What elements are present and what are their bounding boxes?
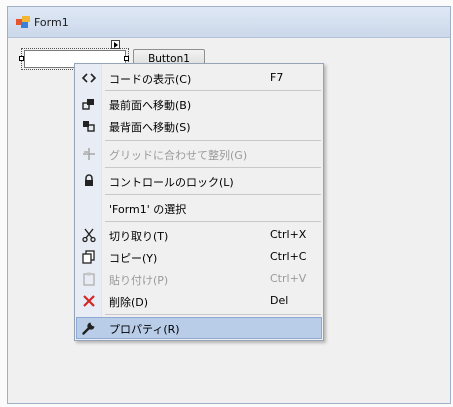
- copy-icon: [82, 250, 95, 264]
- menu-item-view-code[interactable]: コードの表示(C) F7: [76, 67, 322, 89]
- context-menu: コードの表示(C) F7 最前面へ移動(B) 最背面へ移動(S) グリッドに合わ…: [74, 63, 324, 341]
- menu-item-label: プロパティ(R): [109, 323, 180, 336]
- menu-item-copy[interactable]: コピー(Y) Ctrl+C: [76, 246, 322, 268]
- menu-item-paste[interactable]: 貼り付け(P) Ctrl+V: [76, 268, 322, 290]
- align-to-grid-icon: [83, 148, 95, 160]
- menu-item-select-form1[interactable]: 'Form1' の選択: [76, 197, 322, 219]
- menu-item-align-to-grid[interactable]: グリッドに合わせて整列(G): [76, 143, 322, 165]
- menu-item-shortcut: Ctrl+X: [270, 228, 307, 241]
- resize-handle-left[interactable]: [19, 56, 24, 61]
- designer-surface: Form1 Button1 コードの表示(C) F7 最前面へ移動(B) 最背面…: [0, 0, 453, 407]
- menu-item-label: コピー(Y): [109, 252, 158, 265]
- menu-item-label: 最背面へ移動(S): [109, 121, 191, 134]
- menu-separator: [105, 314, 321, 315]
- menu-item-label: 削除(D): [109, 296, 149, 309]
- form-titlebar: Form1: [8, 7, 450, 38]
- code-icon: [81, 73, 97, 83]
- menu-item-shortcut: Ctrl+C: [270, 250, 307, 263]
- resize-handle-right[interactable]: [124, 56, 129, 61]
- menu-separator: [105, 221, 321, 222]
- menu-item-cut[interactable]: 切り取り(T) Ctrl+X: [76, 224, 322, 246]
- menu-item-label: 切り取り(T): [109, 230, 169, 243]
- menu-item-lock-controls[interactable]: コントロールのロック(L): [76, 170, 322, 192]
- menu-item-shortcut: Del: [270, 294, 289, 307]
- menu-item-properties[interactable]: プロパティ(R): [76, 317, 322, 339]
- menu-item-label: グリッドに合わせて整列(G): [109, 149, 248, 162]
- lock-icon: [85, 174, 93, 186]
- menu-item-label: コントロールのロック(L): [109, 176, 234, 189]
- menu-separator: [105, 194, 321, 195]
- menu-item-label: 貼り付け(P): [109, 274, 169, 287]
- paste-icon: [83, 272, 95, 286]
- form-icon: [16, 16, 30, 28]
- menu-item-label: 最前面へ移動(B): [109, 99, 192, 112]
- menu-item-delete[interactable]: 削除(D) Del: [76, 290, 322, 312]
- menu-item-label: 'Form1' の選択: [109, 203, 187, 216]
- menu-item-send-to-back[interactable]: 最背面へ移動(S): [76, 115, 322, 137]
- menu-item-shortcut: F7: [270, 71, 284, 84]
- wrench-icon: [82, 322, 95, 335]
- menu-separator: [105, 90, 321, 91]
- menu-separator: [105, 167, 321, 168]
- bring-to-front-icon: [82, 99, 94, 110]
- send-to-back-icon: [83, 121, 95, 132]
- menu-item-label: コードの表示(C): [109, 73, 192, 86]
- menu-item-bring-to-front[interactable]: 最前面へ移動(B): [76, 93, 322, 115]
- smart-tag-arrow-icon[interactable]: [111, 40, 120, 49]
- form-title: Form1: [34, 16, 69, 29]
- cut-icon: [82, 228, 96, 243]
- delete-icon: [83, 295, 95, 307]
- menu-separator: [105, 140, 321, 141]
- menu-item-shortcut: Ctrl+V: [270, 272, 307, 285]
